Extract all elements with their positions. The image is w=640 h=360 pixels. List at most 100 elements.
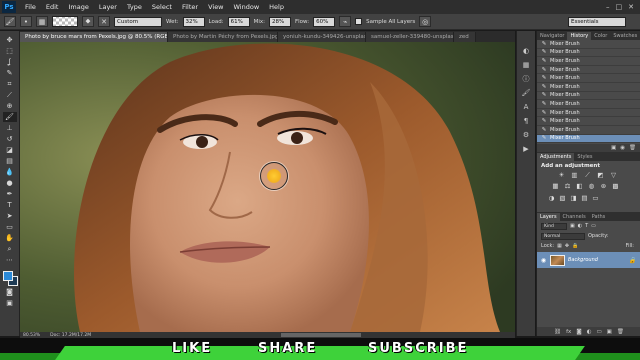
- history-item[interactable]: ✎ Mixer Brush: [537, 109, 640, 118]
- brush-tool-icon[interactable]: 🖌: [2, 112, 17, 122]
- tab-adjustments[interactable]: Adjustments: [537, 153, 575, 161]
- zoom-tool-icon[interactable]: ⌕: [3, 244, 17, 254]
- delete-state-icon[interactable]: 🗑: [629, 145, 636, 151]
- new-adjustment-icon[interactable]: ◐: [587, 329, 592, 335]
- lock-position-icon[interactable]: ✥: [565, 243, 569, 249]
- history-brush-tool-icon[interactable]: ↺: [3, 134, 17, 144]
- filter-shape-icon[interactable]: ▭: [591, 223, 596, 229]
- screen-mode-icon[interactable]: ▣: [3, 298, 17, 308]
- zoom-level[interactable]: 80.53%: [23, 333, 40, 338]
- new-group-icon[interactable]: ▭: [596, 329, 601, 335]
- delete-layer-icon[interactable]: 🗑: [617, 329, 624, 335]
- blur-tool-icon[interactable]: 💧: [3, 167, 17, 177]
- hand-tool-icon[interactable]: ✋: [3, 233, 17, 243]
- link-layers-icon[interactable]: ⛓: [554, 329, 561, 335]
- airbrush-icon[interactable]: ⌁: [339, 16, 352, 27]
- layer-row-background[interactable]: ◉ Background 🔒: [537, 252, 640, 268]
- horizontal-scrollbar[interactable]: [281, 333, 362, 337]
- tab-styles[interactable]: Styles: [574, 153, 595, 161]
- lock-all-icon[interactable]: 🔒: [572, 243, 578, 249]
- pen-tool-icon[interactable]: ✒: [3, 189, 17, 199]
- tab-layers[interactable]: Layers: [537, 213, 560, 221]
- menu-select[interactable]: Select: [147, 3, 177, 11]
- quick-select-tool-icon[interactable]: ✎: [3, 68, 17, 78]
- blending-combination-select[interactable]: Custom: [114, 16, 162, 27]
- document-canvas[interactable]: [20, 42, 515, 332]
- brush-preset-icon[interactable]: •: [20, 16, 32, 27]
- layer-kind-filter[interactable]: Kind: [541, 222, 567, 230]
- marquee-tool-icon[interactable]: ⬚: [3, 46, 17, 56]
- clone-stamp-tool-icon[interactable]: ⊥: [3, 123, 17, 133]
- eyedropper-tool-icon[interactable]: ⟋: [3, 90, 17, 100]
- color-balance-icon[interactable]: ⚖: [563, 182, 572, 190]
- type-tool-icon[interactable]: T: [3, 200, 17, 210]
- mix-input[interactable]: 28%: [268, 16, 291, 27]
- history-item[interactable]: ✎ Mixer Brush: [537, 49, 640, 58]
- menu-filter[interactable]: Filter: [177, 3, 203, 11]
- history-item[interactable]: ✎ Mixer Brush: [537, 57, 640, 66]
- history-item[interactable]: ✎ Mixer Brush: [537, 92, 640, 101]
- add-mask-icon[interactable]: ◙: [576, 329, 581, 335]
- menu-file[interactable]: File: [20, 3, 41, 11]
- curves-icon[interactable]: ⟋: [583, 171, 592, 179]
- filter-adjustment-icon[interactable]: ◐: [578, 223, 582, 229]
- eraser-tool-icon[interactable]: ◪: [3, 145, 17, 155]
- path-selection-tool-icon[interactable]: ➤: [3, 211, 17, 221]
- history-item[interactable]: ✎ Mixer Brush: [537, 74, 640, 83]
- menu-help[interactable]: Help: [264, 3, 289, 11]
- snapshot-icon[interactable]: ◉: [620, 145, 625, 151]
- close-button[interactable]: ✕: [628, 3, 634, 11]
- sample-all-layers-checkbox[interactable]: [355, 18, 363, 25]
- info-panel-icon[interactable]: ⓘ: [520, 73, 532, 84]
- invert-icon[interactable]: ◑: [547, 194, 556, 202]
- threshold-icon[interactable]: ◨: [569, 194, 578, 202]
- posterize-icon[interactable]: ▧: [558, 194, 567, 202]
- brightness-contrast-icon[interactable]: ☀: [557, 171, 566, 179]
- character-panel-icon[interactable]: A: [520, 101, 532, 112]
- minimize-button[interactable]: –: [606, 3, 610, 11]
- document-tab[interactable]: samuel-zeller-339480-unsplash.jpg: [366, 32, 454, 42]
- history-item[interactable]: ✎ Mixer Brush: [537, 83, 640, 92]
- more-tools-icon[interactable]: ⋯: [3, 255, 17, 265]
- tab-color[interactable]: Color: [591, 32, 610, 40]
- document-size[interactable]: Doc: 17.2M/17.2M: [50, 333, 91, 338]
- new-document-from-state-icon[interactable]: ▣: [611, 145, 616, 151]
- gradient-tool-icon[interactable]: ▤: [3, 156, 17, 166]
- brush-panel-icon[interactable]: ▦: [36, 16, 48, 27]
- tab-navigator[interactable]: Navigator: [537, 32, 567, 40]
- channel-mixer-icon[interactable]: ⊛: [599, 182, 608, 190]
- menu-view[interactable]: View: [203, 3, 228, 11]
- paragraph-panel-icon[interactable]: ¶: [520, 115, 532, 126]
- black-white-icon[interactable]: ◧: [575, 182, 584, 190]
- current-brush-load-swatch[interactable]: [52, 16, 78, 27]
- foreground-color-swatch[interactable]: [2, 271, 13, 281]
- document-tab[interactable]: yoniuh-kundu-349426-unsplash.jpg: [278, 32, 366, 42]
- color-panel-icon[interactable]: ◐: [520, 45, 532, 56]
- wet-input[interactable]: 32%: [182, 16, 205, 27]
- vibrance-icon[interactable]: ▽: [609, 171, 618, 179]
- color-swatches[interactable]: [2, 270, 18, 286]
- filter-type-icon[interactable]: T: [585, 223, 588, 229]
- layer-blend-mode-select[interactable]: Normal: [541, 232, 585, 240]
- document-tab-active[interactable]: Photo by bruce mars from Pexels.jpg @ 80…: [20, 32, 168, 42]
- move-tool-icon[interactable]: ✥: [3, 35, 17, 45]
- new-layer-icon[interactable]: ▣: [607, 329, 612, 335]
- properties-panel-icon[interactable]: ⚙: [520, 129, 532, 140]
- history-item[interactable]: ✎ Mixer Brush: [537, 126, 640, 135]
- clean-brush-icon[interactable]: ✕: [98, 16, 110, 27]
- brush-panel-icon[interactable]: 🖌: [520, 87, 532, 98]
- healing-brush-tool-icon[interactable]: ⊕: [3, 101, 17, 111]
- menu-image[interactable]: Image: [63, 3, 93, 11]
- gradient-map-icon[interactable]: ▭: [591, 194, 600, 202]
- dodge-tool-icon[interactable]: ●: [3, 178, 17, 188]
- rectangle-tool-icon[interactable]: ▭: [3, 222, 17, 232]
- pressure-icon[interactable]: ◎: [419, 16, 432, 27]
- history-item[interactable]: ✎ Mixer Brush: [537, 66, 640, 75]
- menu-type[interactable]: Type: [122, 3, 147, 11]
- history-item-selected[interactable]: ✎ Mixer Brush: [537, 134, 640, 144]
- flow-input[interactable]: 60%: [313, 16, 336, 27]
- mixer-brush-tool-icon[interactable]: 🖌: [4, 16, 16, 27]
- layer-style-icon[interactable]: fx: [566, 329, 571, 335]
- history-item[interactable]: ✎ Mixer Brush: [537, 40, 640, 49]
- visibility-eye-icon[interactable]: ◉: [540, 257, 547, 264]
